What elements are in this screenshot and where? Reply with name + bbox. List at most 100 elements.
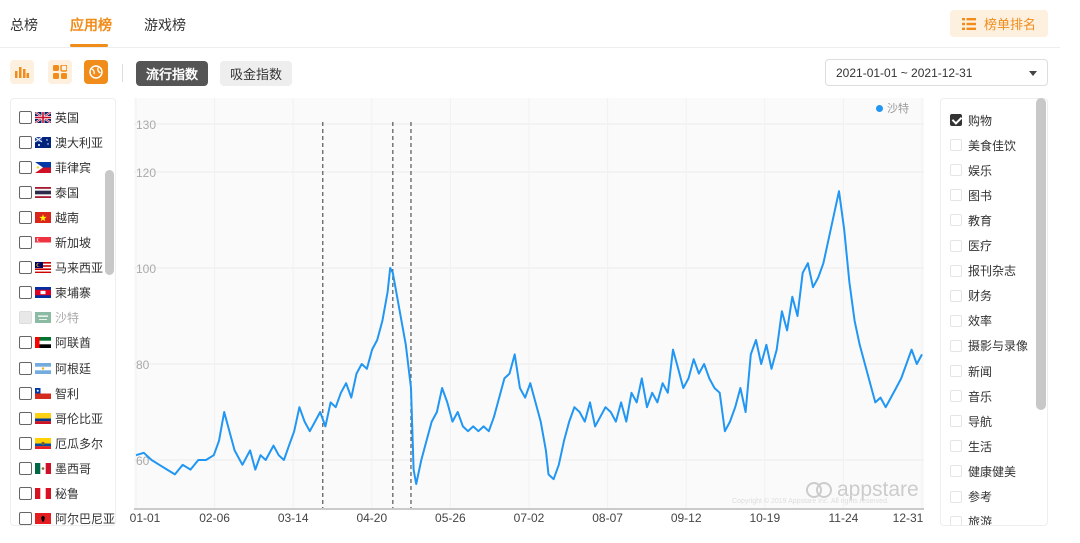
- country-label: 越南: [55, 210, 80, 225]
- country-checkbox[interactable]: [19, 436, 32, 450]
- category-label: 美食佳饮: [968, 138, 1017, 153]
- category-checkbox[interactable]: [950, 465, 962, 478]
- country-checkbox[interactable]: [19, 185, 32, 199]
- country-item-cl[interactable]: 智利: [19, 384, 79, 402]
- country-item-ar[interactable]: 阿根廷: [19, 359, 91, 377]
- country-item-ae[interactable]: 阿联酋: [19, 334, 91, 352]
- country-checkbox[interactable]: [19, 386, 32, 400]
- country-item-co[interactable]: 哥伦比亚: [19, 409, 103, 427]
- country-checkbox[interactable]: [19, 487, 32, 500]
- country-checkbox[interactable]: [19, 286, 32, 300]
- country-label: 厄瓜多尔: [55, 436, 104, 451]
- country-item-vn[interactable]: 越南: [19, 208, 79, 226]
- category-item[interactable]: 美食佳饮: [950, 136, 1016, 154]
- category-item[interactable]: 旅游: [950, 513, 992, 525]
- category-item[interactable]: 生活: [950, 437, 992, 455]
- category-item[interactable]: 报刊杂志: [950, 262, 1016, 280]
- tab-games[interactable]: 游戏榜: [144, 15, 186, 35]
- category-item[interactable]: 教育: [950, 211, 992, 229]
- category-checkbox[interactable]: [950, 239, 962, 252]
- x-tick-label: 04-20: [356, 511, 388, 525]
- country-item-ec[interactable]: 厄瓜多尔: [19, 434, 103, 452]
- country-checkbox[interactable]: [19, 336, 32, 350]
- country-item-sg[interactable]: 新加坡: [19, 234, 91, 252]
- country-list: 英国澳大利亚菲律宾泰国越南新加坡马来西亚柬埔寨沙特阿联酋阿根廷智利哥伦比亚厄瓜多…: [10, 98, 116, 526]
- date-range-value: 2021-01-01 ~ 2021-12-31: [836, 65, 973, 80]
- category-checkbox[interactable]: [950, 114, 962, 126]
- category-checkbox[interactable]: [950, 390, 962, 403]
- tab-overall[interactable]: 总榜: [10, 15, 38, 35]
- globe-icon[interactable]: [84, 60, 108, 84]
- category-checkbox[interactable]: [950, 515, 962, 525]
- country-item-kh[interactable]: 柬埔寨: [19, 284, 91, 302]
- bar-chart-icon[interactable]: [10, 60, 34, 84]
- country-checkbox[interactable]: [19, 461, 32, 475]
- country-list-scrollbar[interactable]: [105, 170, 114, 275]
- country-label: 沙特: [55, 311, 80, 326]
- country-checkbox[interactable]: [19, 512, 32, 525]
- category-checkbox[interactable]: [950, 365, 962, 377]
- country-checkbox[interactable]: [19, 110, 32, 124]
- category-item[interactable]: 导航: [950, 412, 992, 430]
- country-item-al[interactable]: 阿尔巴尼亚: [19, 510, 115, 525]
- popularity-index-button[interactable]: 流行指数: [136, 61, 209, 86]
- category-item[interactable]: 财务: [950, 287, 992, 305]
- country-checkbox[interactable]: [19, 361, 32, 375]
- category-label: 教育: [968, 213, 993, 228]
- category-checkbox[interactable]: [950, 164, 962, 177]
- category-item[interactable]: 医疗: [950, 237, 992, 255]
- country-item-gb[interactable]: 英国: [19, 108, 79, 126]
- y-tick-label: 100: [136, 262, 156, 276]
- ae-flag-icon: [35, 337, 51, 349]
- category-item[interactable]: 音乐: [950, 387, 992, 405]
- category-checkbox[interactable]: [950, 264, 962, 277]
- category-item[interactable]: 娱乐: [950, 161, 992, 179]
- category-checkbox[interactable]: [950, 189, 962, 202]
- category-checkbox[interactable]: [950, 339, 962, 352]
- category-checkbox[interactable]: [950, 490, 962, 503]
- revenue-index-button[interactable]: 吸金指数: [220, 61, 293, 86]
- country-checkbox[interactable]: [19, 261, 32, 275]
- category-item[interactable]: 健康健美: [950, 462, 1016, 480]
- category-item[interactable]: 新闻: [950, 362, 992, 380]
- category-item[interactable]: 效率: [950, 312, 992, 330]
- category-item[interactable]: 摄影与录像: [950, 337, 1028, 355]
- category-checkbox[interactable]: [950, 289, 962, 302]
- country-item-sa[interactable]: 沙特: [19, 309, 79, 327]
- sg-flag-icon: [35, 237, 51, 248]
- category-label: 导航: [968, 414, 993, 429]
- grid-icon[interactable]: [48, 60, 72, 84]
- category-checkbox[interactable]: [950, 139, 962, 152]
- th-flag-icon: [35, 186, 51, 198]
- tab-apps[interactable]: 应用榜: [70, 15, 112, 35]
- country-checkbox[interactable]: [19, 311, 32, 325]
- al-flag-icon: [35, 513, 51, 525]
- country-checkbox[interactable]: [19, 236, 32, 249]
- category-item[interactable]: 图书: [950, 186, 992, 204]
- category-checkbox[interactable]: [950, 214, 962, 227]
- category-checkbox[interactable]: [950, 415, 962, 428]
- category-list-scrollbar[interactable]: [1036, 98, 1046, 410]
- country-checkbox[interactable]: [19, 411, 32, 425]
- country-item-th[interactable]: 泰国: [19, 183, 79, 201]
- country-item-pe[interactable]: 秘鲁: [19, 485, 79, 503]
- rank-list-button[interactable]: 榜单排名: [950, 10, 1048, 37]
- country-checkbox[interactable]: [19, 135, 32, 149]
- country-checkbox[interactable]: [19, 160, 32, 174]
- category-list: 购物美食佳饮娱乐图书教育医疗报刊杂志财务效率摄影与录像新闻音乐导航生活健康健美参…: [940, 98, 1048, 526]
- country-item-au[interactable]: 澳大利亚: [19, 133, 103, 151]
- category-label: 医疗: [968, 239, 993, 253]
- category-checkbox[interactable]: [950, 440, 962, 453]
- country-item-ph[interactable]: 菲律宾: [19, 158, 91, 176]
- category-item[interactable]: 参考: [950, 488, 992, 506]
- category-item[interactable]: 购物: [950, 111, 992, 129]
- chart-legend[interactable]: 沙特: [876, 100, 909, 116]
- category-label: 财务: [968, 289, 993, 304]
- date-range-select[interactable]: 2021-01-01 ~ 2021-12-31: [825, 59, 1048, 86]
- category-checkbox[interactable]: [950, 314, 962, 327]
- country-checkbox[interactable]: [19, 210, 32, 224]
- country-item-mx[interactable]: 墨西哥: [19, 459, 91, 477]
- watermark-copyright: Copyright © 2019 Appstare Inc. All right…: [732, 498, 889, 505]
- category-label: 生活: [968, 439, 993, 454]
- country-item-my[interactable]: 马来西亚: [19, 259, 103, 277]
